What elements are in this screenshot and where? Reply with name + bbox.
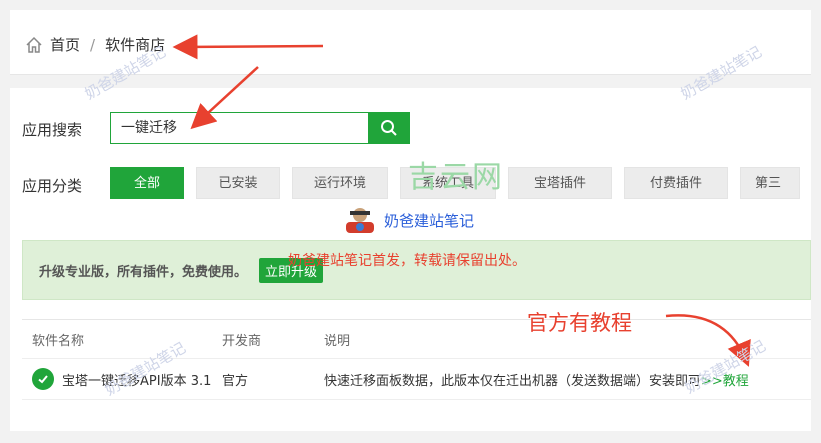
arrow-to-store [172,34,324,60]
site-mark: 奶爸建站笔记 [340,206,474,234]
copyright-notice: 奶爸建站笔记首发，转载请保留出处。 [288,253,526,269]
arrow-to-search [190,66,259,130]
site-mark-text: 奶爸建站笔记 [384,211,475,230]
tutorial-callout: 官方有教程 [527,311,632,335]
logo-watermark: 吉云网 [408,160,504,195]
avatar-icon [346,208,374,233]
